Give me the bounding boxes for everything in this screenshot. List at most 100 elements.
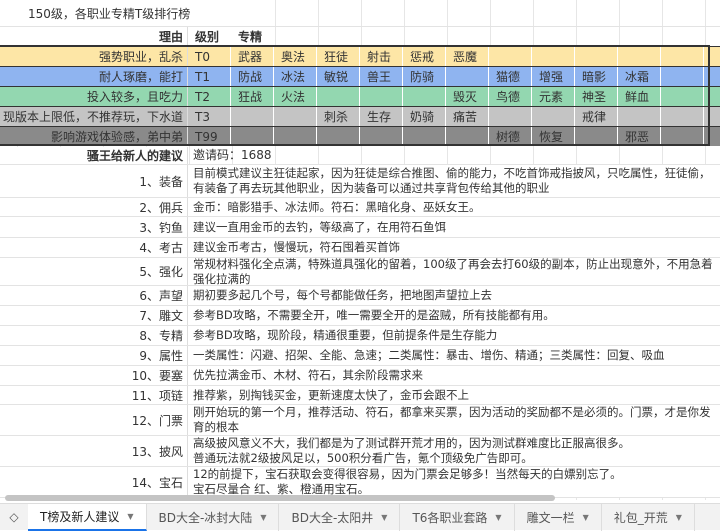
advice-label[interactable]: 6、声望 — [0, 286, 188, 305]
tier-spec-cell[interactable] — [575, 47, 618, 66]
tier-reason[interactable]: 投入较多，且吃力 — [0, 87, 188, 106]
dropdown-arrow-icon[interactable]: ▼ — [127, 512, 133, 521]
header-reason[interactable]: 理由 — [0, 27, 188, 46]
tier-reason[interactable]: 强势职业，乱杀 — [0, 47, 188, 66]
tier-level[interactable]: T0 — [188, 47, 231, 66]
tier-spec-cell[interactable] — [403, 127, 446, 146]
sheet-title[interactable]: 150级，各职业专精T级排行榜 — [0, 0, 250, 26]
tier-spec-cell[interactable] — [446, 67, 489, 86]
dropdown-arrow-icon[interactable]: ▼ — [381, 513, 387, 522]
dropdown-arrow-icon[interactable]: ▼ — [583, 513, 589, 522]
tier-spec-cell[interactable]: 元素 — [532, 87, 575, 106]
tier-spec-cell[interactable]: 冰霜 — [618, 67, 661, 86]
tier-spec-cell[interactable]: 火法 — [274, 87, 317, 106]
advice-text[interactable]: 参考BD攻略，不需要全开，唯一需要全开的是盗贼，所有技能都有用。 — [188, 306, 720, 325]
tier-spec-cell[interactable]: 恶魔 — [446, 47, 489, 66]
sheet-tab[interactable]: 礼包_开荒 ▼ — [602, 503, 695, 531]
header-level[interactable]: 级别 — [188, 27, 231, 46]
dropdown-arrow-icon[interactable]: ▼ — [260, 513, 266, 522]
advice-title[interactable]: 骚王给新人的建议 — [0, 147, 188, 164]
tier-spec-cell[interactable]: 防骑 — [403, 67, 446, 86]
advice-label[interactable]: 11、项链 — [0, 386, 188, 404]
advice-text[interactable]: 高级披风意义不大，我们都是为了测试群开荒才用的，因为测试群难度比正服高很多。 普… — [188, 436, 720, 466]
advice-label[interactable]: 8、专精 — [0, 326, 188, 345]
advice-text[interactable]: 刚开始玩的第一个月，推荐活动、符石，都拿来买票，因为活动的奖励都不是必须的。门票… — [188, 405, 720, 435]
advice-label[interactable]: 10、要塞 — [0, 366, 188, 385]
tier-spec-cell[interactable]: 鲜血 — [618, 87, 661, 106]
tier-spec-cell[interactable]: 鸟德 — [489, 87, 532, 106]
advice-label[interactable]: 5、强化 — [0, 258, 188, 285]
tier-level[interactable]: T1 — [188, 67, 231, 86]
tier-spec-cell[interactable]: 戒律 — [575, 107, 618, 126]
tier-spec-cell[interactable] — [661, 67, 704, 86]
tier-spec-cell[interactable]: 奥法 — [274, 47, 317, 66]
tier-spec-cell[interactable]: 痛苦 — [446, 107, 489, 126]
tier-spec-cell[interactable] — [231, 107, 274, 126]
tier-spec-cell[interactable]: 生存 — [360, 107, 403, 126]
tier-spec-cell[interactable]: 暗影 — [575, 67, 618, 86]
tier-spec-cell[interactable] — [446, 127, 489, 146]
tier-spec-cell[interactable]: 恢复 — [532, 127, 575, 146]
tier-spec-cell[interactable]: 射击 — [360, 47, 403, 66]
sheet-tab[interactable]: 雕文一栏 ▼ — [515, 503, 602, 531]
tier-spec-cell[interactable] — [360, 87, 403, 106]
tier-level[interactable]: T99 — [188, 127, 231, 146]
advice-label[interactable]: 12、门票 — [0, 405, 188, 435]
tier-spec-cell[interactable]: 武器 — [231, 47, 274, 66]
tier-spec-cell[interactable]: 神圣 — [575, 87, 618, 106]
tier-spec-cell[interactable]: 邪恶 — [618, 127, 661, 146]
tier-spec-cell[interactable] — [618, 107, 661, 126]
sheet-tab[interactable]: BD大全-太阳井 ▼ — [279, 503, 401, 531]
tier-spec-cell[interactable]: 惩戒 — [403, 47, 446, 66]
tier-spec-cell[interactable]: 防战 — [231, 67, 274, 86]
tier-spec-cell[interactable] — [274, 127, 317, 146]
tier-spec-cell[interactable]: 冰法 — [274, 67, 317, 86]
advice-label[interactable]: 7、雕文 — [0, 306, 188, 325]
tier-spec-cell[interactable] — [618, 47, 661, 66]
tier-level[interactable]: T3 — [188, 107, 231, 126]
tier-spec-cell[interactable] — [489, 107, 532, 126]
advice-text[interactable]: 常规材料强化全点满，特殊道具强化的留着，100级了再会去打60级的副本，防止出现… — [188, 257, 720, 286]
tier-spec-cell[interactable]: 奶骑 — [403, 107, 446, 126]
advice-text[interactable]: 建议一直用金币的去钓，等级高了，在用符石鱼饵 — [188, 217, 720, 237]
advice-label[interactable]: 3、钓鱼 — [0, 217, 188, 237]
dropdown-arrow-icon[interactable]: ▼ — [676, 513, 682, 522]
tier-spec-cell[interactable]: 增强 — [532, 67, 575, 86]
tier-spec-cell[interactable] — [489, 47, 532, 66]
tier-spec-cell[interactable]: 敏锐 — [317, 67, 360, 86]
advice-label[interactable]: 9、属性 — [0, 346, 188, 365]
sheet-tab[interactable]: BD大全-冰封大陆 ▼ — [147, 503, 280, 531]
invite-code[interactable]: 邀请码：1688 — [188, 147, 720, 164]
horizontal-scrollbar[interactable] — [5, 495, 555, 501]
advice-label[interactable]: 2、佣兵 — [0, 198, 188, 216]
tier-spec-cell[interactable] — [661, 87, 704, 106]
tier-spec-cell[interactable]: 狂徒 — [317, 47, 360, 66]
tier-reason[interactable]: 影响游戏体验感，弟中弟 — [0, 127, 188, 146]
tier-spec-cell[interactable]: 毁灭 — [446, 87, 489, 106]
advice-text[interactable]: 目前模式建议主狂徒起家，因为狂徒是综合推图、偷的能力，不吃首饰戒指披风，只吃属性… — [188, 165, 720, 197]
tier-spec-cell[interactable] — [317, 127, 360, 146]
tier-spec-cell[interactable] — [317, 87, 360, 106]
advice-label[interactable]: 14、宝石 — [0, 467, 188, 497]
advice-text[interactable]: 期初要多起几个号，每个号都能做任务，把地图声望拉上去 — [188, 286, 720, 305]
advice-text[interactable]: 一类属性：闪避、招架、全能、急速；二类属性：暴击、增伤、精通；三类属性：回复、吸… — [188, 346, 720, 365]
advice-label[interactable]: 13、披风 — [0, 436, 188, 466]
tier-spec-cell[interactable] — [360, 127, 403, 146]
tier-level[interactable]: T2 — [188, 87, 231, 106]
advice-text[interactable]: 推荐紫，别掏钱买金，更新速度太快了，金币会跟不上 — [188, 386, 720, 404]
tier-spec-cell[interactable]: 兽王 — [360, 67, 403, 86]
advice-text[interactable]: 优先拉满金币、木材、符石，其余阶段需求来 — [188, 366, 720, 385]
tier-spec-cell[interactable] — [403, 87, 446, 106]
tier-spec-cell[interactable] — [532, 107, 575, 126]
tier-spec-cell[interactable]: 树德 — [489, 127, 532, 146]
tier-spec-cell[interactable] — [274, 107, 317, 126]
advice-text[interactable]: 12的前提下，宝石获取会变得很容易，因为门票会足够多！当然每天的白嫖别忘了。 宝… — [188, 467, 720, 497]
tier-spec-cell[interactable] — [661, 107, 704, 126]
tier-spec-cell[interactable] — [575, 127, 618, 146]
sheet-tab[interactable]: T榜及新人建议 ▼ — [28, 503, 147, 531]
tier-spec-cell[interactable]: 狂战 — [231, 87, 274, 106]
tier-spec-cell[interactable]: 刺杀 — [317, 107, 360, 126]
advice-label[interactable]: 1、装备 — [0, 165, 188, 197]
tier-spec-cell[interactable] — [532, 47, 575, 66]
tier-spec-cell[interactable] — [661, 127, 704, 146]
